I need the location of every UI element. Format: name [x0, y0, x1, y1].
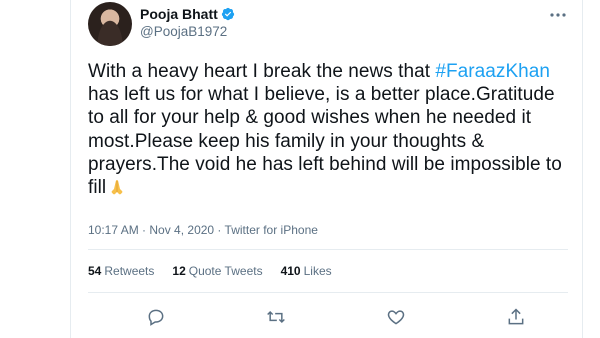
tweet-text-part-1: With a heavy heart I break the news that [88, 61, 436, 82]
author-name-row[interactable]: Pooja Bhatt [140, 6, 235, 22]
tweet-text-part-2: has left us for what I believe, is a bet… [88, 84, 562, 199]
retweets-stat[interactable]: 54 Retweets [88, 264, 154, 278]
reply-button[interactable] [144, 305, 168, 329]
like-button[interactable] [384, 305, 408, 329]
hashtag-link[interactable]: #FaraazKhan [435, 61, 550, 82]
quote-tweets-stat[interactable]: 12 Quote Tweets [172, 264, 262, 278]
tweet-date[interactable]: Nov 4, 2020 [149, 223, 214, 237]
divider [88, 292, 568, 293]
share-button[interactable] [504, 305, 528, 329]
tweet-text: With a heavy heart I break the news that… [88, 60, 568, 199]
tweet-header: Pooja Bhatt @PoojaB1972 [88, 2, 568, 52]
share-icon [508, 308, 524, 325]
author-display-name[interactable]: Pooja Bhatt [140, 6, 218, 22]
quote-tweets-label: Quote Tweets [188, 264, 263, 278]
retweet-icon [267, 310, 285, 324]
folded-hands-emoji-icon [111, 180, 123, 195]
tweet-time[interactable]: 10:17 AM [88, 223, 139, 237]
likes-count: 410 [280, 264, 301, 278]
likes-stat[interactable]: 410 Likes [281, 264, 332, 278]
verified-badge-icon [221, 7, 234, 21]
tweet-meta: 10:17 AM · Nov 4, 2020 · Twitter for iPh… [88, 223, 318, 237]
tweet-card: Pooja Bhatt @PoojaB1972 With a heavy hea… [70, 0, 583, 338]
tweet-source[interactable]: Twitter for iPhone [225, 223, 318, 237]
tweet-actions [88, 305, 568, 329]
meta-separator: · [214, 223, 225, 237]
quote-tweets-count: 12 [172, 264, 186, 278]
like-icon [387, 310, 405, 325]
divider [88, 249, 568, 250]
more-options-icon[interactable] [548, 8, 568, 22]
likes-label: Likes [303, 264, 332, 278]
retweets-count: 54 [88, 264, 102, 278]
meta-separator: · [138, 223, 150, 237]
retweets-label: Retweets [104, 264, 155, 278]
author-handle[interactable]: @PoojaB1972 [140, 24, 227, 39]
retweet-button[interactable] [264, 305, 288, 329]
avatar[interactable] [88, 2, 132, 46]
reply-icon [148, 309, 164, 326]
tweet-stats: 54 Retweets 12 Quote Tweets 410 Likes [88, 264, 350, 278]
